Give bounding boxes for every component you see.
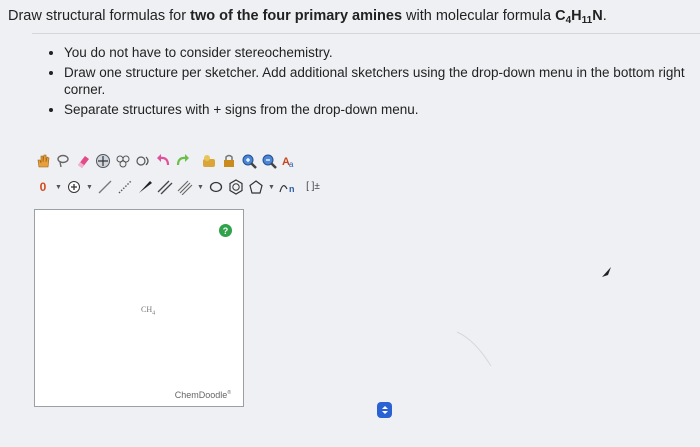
chevron-down-icon[interactable]: ▼ [196, 178, 205, 196]
hand-icon[interactable] [34, 152, 52, 170]
question-emphasis: two of the four primary amines [190, 8, 403, 24]
divider [32, 33, 700, 34]
svg-text:a: a [289, 160, 294, 169]
canvas-molecule-label[interactable]: CH4 [141, 305, 155, 317]
sketcher-toolbar-bottom: 0 ▼ ▼ ▼ ▼ n []± [34, 176, 359, 198]
ring-copy-icon[interactable] [134, 152, 152, 170]
zoom-out-icon[interactable] [260, 152, 278, 170]
single-bond-icon[interactable] [96, 178, 114, 196]
instructions-list: You do not have to consider stereochemis… [44, 44, 700, 121]
question-text: Draw structural formulas for two of the … [8, 6, 692, 31]
mouse-cursor-icon [602, 267, 611, 277]
center-icon[interactable] [94, 152, 112, 170]
cyclopentane-icon[interactable] [247, 178, 265, 196]
wedge-bond-icon[interactable] [136, 178, 154, 196]
undo-icon[interactable] [154, 152, 172, 170]
lasso-icon[interactable] [54, 152, 72, 170]
question-period: . [602, 8, 607, 24]
zoom-in-icon[interactable] [240, 152, 258, 170]
dashed-bond-icon[interactable] [116, 178, 134, 196]
sketcher-canvas[interactable]: ? CH4 ChemDoodle® [34, 209, 244, 407]
brackets-icon[interactable]: [ ]± [302, 178, 324, 196]
chevron-down-icon[interactable]: ▼ [85, 178, 94, 196]
benzene-icon[interactable] [227, 178, 245, 196]
double-bond-icon[interactable] [156, 178, 174, 196]
help-icon[interactable]: ? [219, 224, 232, 237]
charge-selector[interactable]: 0 [34, 178, 52, 196]
eraser-icon[interactable] [74, 152, 92, 170]
lock-icon[interactable] [220, 152, 238, 170]
instruction-item: Separate structures with + signs from th… [64, 101, 700, 118]
screen-glare [456, 331, 492, 367]
molecular-formula: C4H11N [555, 8, 603, 26]
redo-icon[interactable] [174, 152, 192, 170]
cyclopropane-icon[interactable] [207, 178, 225, 196]
sketcher-toolbar-top: Aa [34, 150, 359, 172]
chevron-down-icon[interactable]: ▼ [267, 178, 276, 196]
atom-label-icon[interactable]: Aa [280, 152, 298, 170]
chem-sketcher: Aa 0 ▼ ▼ ▼ ▼ n []± ? CH4 ChemDoodle® [34, 143, 394, 413]
copy-molecule-icon[interactable] [114, 152, 132, 170]
instruction-item: Draw one structure per sketcher. Add add… [64, 64, 700, 98]
question-middle: with molecular formula [402, 8, 556, 24]
sketcher-dropdown-stepper[interactable] [377, 402, 392, 418]
chevron-down-icon[interactable]: ▼ [54, 178, 63, 196]
chain-icon[interactable]: n [278, 178, 300, 196]
chemdoodle-brand: ChemDoodle® [174, 390, 231, 400]
triple-bond-icon[interactable] [176, 178, 194, 196]
svg-text:n: n [289, 184, 295, 194]
clean-icon[interactable] [200, 152, 218, 170]
add-atom-icon[interactable] [65, 178, 83, 196]
question-prefix: Draw structural formulas for [8, 8, 191, 24]
instruction-item: You do not have to consider stereochemis… [64, 44, 700, 61]
